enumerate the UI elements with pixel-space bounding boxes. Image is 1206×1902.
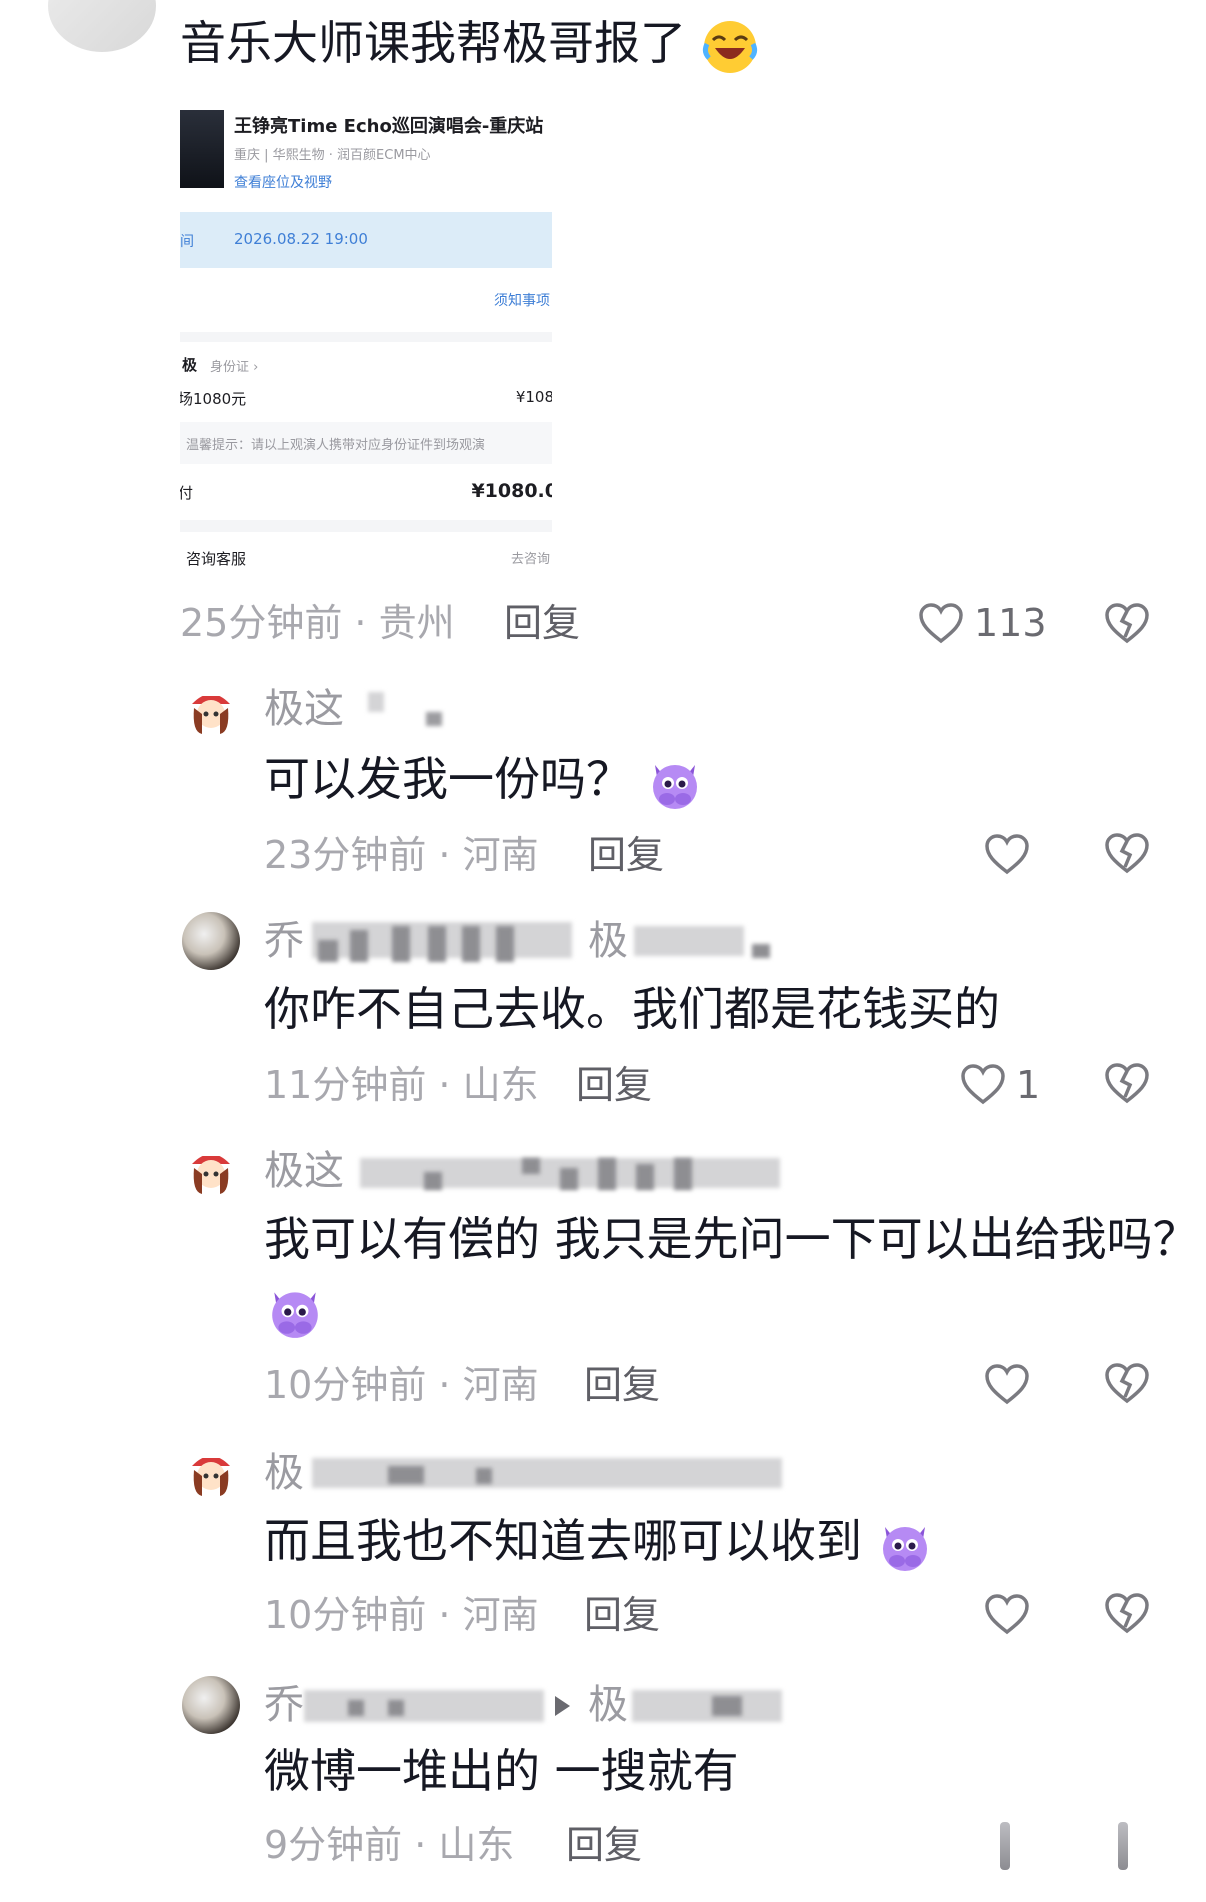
censor-block [368, 692, 384, 712]
service-action[interactable]: 去咨询 [511, 548, 550, 567]
censor-block [426, 712, 442, 726]
reply-button[interactable]: 回复 [576, 1062, 652, 1108]
avatar[interactable] [182, 912, 240, 970]
censor-block [636, 1164, 654, 1190]
censor-block [674, 1158, 692, 1190]
ticket-screenshot[interactable]: 王铮亮Time Echo巡回演唱会-重庆站 重庆 | 华熙生物 · 润百颜ECM… [180, 92, 552, 584]
reply-author: 乔 [264, 918, 304, 964]
time-label: 时间 [180, 234, 194, 250]
avatar[interactable] [182, 1676, 240, 1734]
censor-block [598, 1158, 616, 1190]
concert-poster [180, 110, 224, 188]
censor-block [318, 940, 338, 962]
censor-block [428, 926, 446, 962]
time-value: 2026.08.22 19:00 [234, 230, 368, 248]
reply-button[interactable]: 回复 [504, 600, 580, 646]
reply-button[interactable]: 回复 [584, 1362, 660, 1408]
censor-block [634, 926, 744, 956]
comment-text: 音乐大师课我帮极哥报了 [180, 14, 759, 76]
reply-meta: 11分钟前 · 山东 [264, 1063, 539, 1107]
avatar[interactable] [182, 680, 240, 738]
censor-block [632, 1690, 782, 1722]
censor-block [476, 1468, 492, 1484]
pleading-devil-emoji [882, 1526, 927, 1571]
heart-icon[interactable] [1000, 1822, 1010, 1870]
reply-button[interactable]: 回复 [584, 1592, 660, 1638]
price-right: ¥108 [515, 388, 552, 406]
service-label[interactable]: 咨询客服 [186, 548, 246, 569]
comment-meta: 25分钟前 · 贵州 [180, 601, 455, 645]
dislike-icon[interactable] [1104, 830, 1150, 876]
reply-text: 你咋不自己去收。我们都是花钱买的 [264, 982, 1000, 1036]
reply-meta: 9分钟前 · 山东 [264, 1823, 515, 1867]
censor-block [304, 1690, 544, 1722]
avatar[interactable] [182, 1442, 240, 1500]
censor-block [388, 1700, 404, 1716]
heart-icon[interactable] [984, 1592, 1030, 1636]
censor-block [348, 1700, 364, 1716]
seat-view-link[interactable]: 查看座位及视野 [234, 172, 332, 192]
pay-amount: ¥1080.0 [471, 480, 552, 502]
reply-arrow-icon [555, 1696, 570, 1716]
pay-label: 付 [180, 484, 194, 502]
id-type: 身份证 › [210, 360, 259, 375]
reply-author: 极 [264, 1450, 304, 1496]
like-button[interactable]: 1 [960, 1060, 1050, 1110]
censor-block [560, 1168, 578, 1190]
viewer-name: 极 [182, 356, 198, 374]
like-count: 1 [1016, 1063, 1041, 1107]
reply-button[interactable]: 回复 [588, 832, 664, 878]
censor-block [392, 926, 410, 962]
censor-block [752, 944, 770, 958]
dislike-icon[interactable] [1104, 600, 1150, 646]
reply-target: 极 [588, 918, 628, 964]
pleading-devil-emoji [652, 764, 697, 809]
pleading-devil-emoji [272, 1292, 318, 1338]
censor-block [462, 926, 480, 962]
reply-meta: 23分钟前 · 河南 [264, 833, 539, 877]
censor-block [424, 1172, 442, 1190]
ticket-location: 重庆 | 华熙生物 · 润百颜ECM中心 [234, 148, 431, 163]
censor-block [350, 930, 368, 962]
ticket-title: 王铮亮Time Echo巡回演唱会-重庆站 [234, 116, 544, 137]
avatar[interactable] [182, 1140, 240, 1198]
reply-text: 我可以有偿的 我只是先问一下可以出给我吗？ [264, 1212, 1199, 1266]
like-button[interactable]: 113 [918, 598, 1047, 648]
heart-icon [919, 603, 963, 644]
censor-block [712, 1696, 742, 1716]
dislike-icon[interactable] [1104, 1590, 1150, 1636]
notice-link[interactable]: 须知事项 [494, 290, 550, 310]
censor-block [496, 926, 514, 962]
divider [180, 520, 552, 532]
tip-text: 温馨提示：请以上观演人携带对应身份证件到场观演 [186, 438, 486, 453]
reply-text: 可以发我一份吗？ [264, 750, 703, 811]
girl-cap-avatar-icon [182, 1140, 240, 1198]
reply-author: 乔 [264, 1682, 304, 1728]
reply-button[interactable]: 回复 [566, 1822, 642, 1868]
price-label: 场1080元 [180, 390, 247, 408]
reply-target: 极 [588, 1682, 628, 1728]
censor-block [388, 1466, 424, 1484]
heart-icon[interactable] [984, 832, 1030, 876]
reply-meta: 10分钟前 · 河南 [264, 1593, 539, 1637]
girl-cap-avatar-icon [182, 1442, 240, 1500]
reply-author: 极这 [264, 1148, 344, 1194]
laughing-crying-emoji [702, 20, 757, 73]
avatar[interactable] [48, 0, 156, 52]
dislike-icon[interactable] [1104, 1060, 1150, 1106]
dislike-icon[interactable] [1118, 1822, 1128, 1870]
reply-text: 微博一堆出的 一搜就有 [264, 1744, 739, 1798]
like-count: 113 [974, 601, 1047, 645]
heart-icon [961, 1064, 1005, 1105]
heart-icon[interactable] [984, 1362, 1030, 1406]
reply-author: 极这 [264, 686, 344, 732]
reply-meta: 10分钟前 · 河南 [264, 1363, 539, 1407]
censor-block [522, 1158, 540, 1174]
censor-block [312, 1458, 782, 1488]
reply-text: 而且我也不知道去哪可以收到 [264, 1512, 933, 1573]
girl-cap-avatar-icon [182, 680, 240, 738]
divider [180, 332, 552, 342]
dislike-icon[interactable] [1104, 1360, 1150, 1406]
